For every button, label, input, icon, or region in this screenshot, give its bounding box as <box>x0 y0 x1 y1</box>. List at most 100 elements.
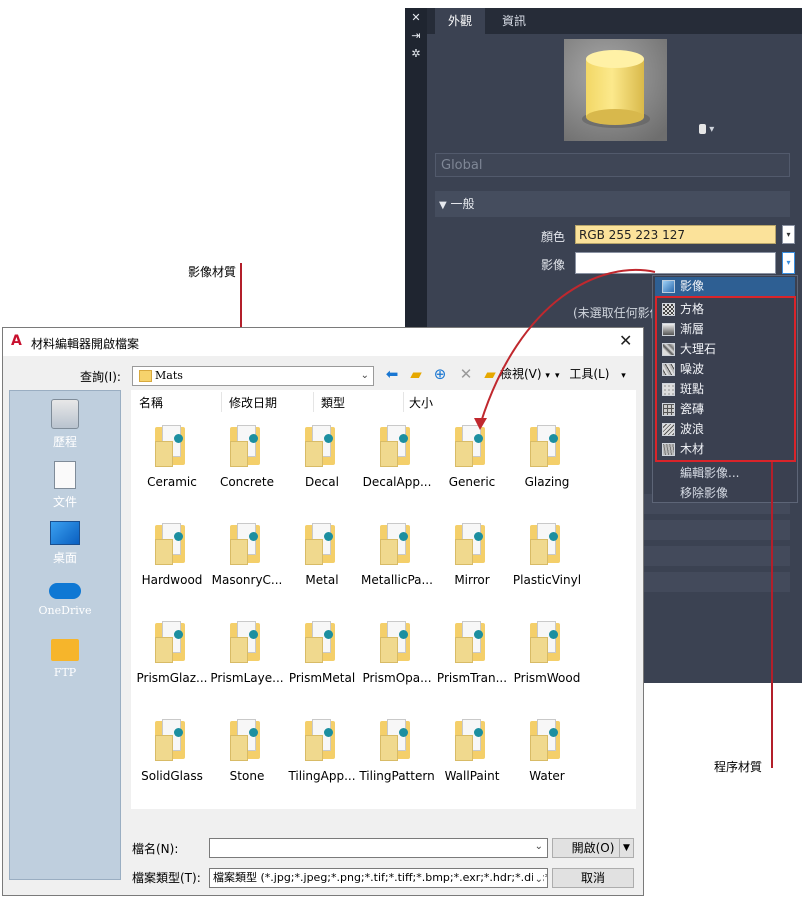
preview-shape-dropdown[interactable]: ▾ <box>699 124 714 135</box>
tab-info[interactable]: 資訊 <box>489 8 539 34</box>
file-item[interactable]: SolidGlass <box>134 719 210 803</box>
file-item[interactable]: MasonryC... <box>209 523 285 607</box>
filename-input[interactable]: ⌄ <box>209 838 548 858</box>
file-item[interactable]: PrismLaye... <box>209 621 285 705</box>
file-item[interactable]: MetallicPa... <box>359 523 435 607</box>
file-name: Metal <box>305 573 339 587</box>
column-header-size[interactable]: 大小 <box>409 394 433 411</box>
edit-image-command[interactable]: 編輯影像... <box>680 464 739 481</box>
create-folder-icon[interactable]: ▰ <box>480 364 500 384</box>
material-folder-icon <box>305 523 337 565</box>
column-header-type[interactable]: 類型 <box>321 394 345 411</box>
column-separator <box>313 392 314 412</box>
material-folder-icon <box>455 621 487 663</box>
file-item[interactable]: Hardwood <box>134 523 210 607</box>
file-item[interactable]: Water <box>509 719 585 803</box>
file-item[interactable]: PrismWood <box>509 621 585 705</box>
views-dropdown-icon: ▾ <box>545 371 550 381</box>
tools-menu[interactable]: ▾ 工具(L) ▾ <box>555 365 626 382</box>
file-item[interactable]: TilingApp... <box>284 719 360 803</box>
material-folder-icon <box>155 425 187 467</box>
documents-icon <box>54 461 76 489</box>
file-item[interactable]: PrismGlaz... <box>134 621 210 705</box>
section-general-header[interactable]: ▼ 一般 <box>435 191 790 217</box>
menu-item-image[interactable]: 影像 <box>655 277 795 296</box>
tab-appearance[interactable]: 外觀 <box>435 8 485 34</box>
file-name: MasonryC... <box>211 573 283 587</box>
material-folder-icon <box>455 523 487 565</box>
place-onedrive[interactable]: OneDrive <box>10 583 120 617</box>
look-in-label: 查詢(I): <box>80 370 121 384</box>
look-in-dropdown[interactable]: Mats ⌄ <box>132 366 374 386</box>
material-folder-icon <box>380 523 412 565</box>
autocad-logo-icon: A <box>11 333 22 349</box>
file-item[interactable]: Mirror <box>434 523 510 607</box>
file-item[interactable]: WallPaint <box>434 719 510 803</box>
dialog-title-bar: A 材料編輯器開啟檔案 ✕ <box>3 328 643 356</box>
image-icon <box>662 280 675 293</box>
material-preview[interactable] <box>564 39 667 141</box>
material-folder-icon <box>455 719 487 761</box>
file-name: Glazing <box>524 475 570 489</box>
file-name: MetallicPa... <box>361 573 433 587</box>
material-folder-icon <box>530 719 562 761</box>
close-icon[interactable]: ✕ <box>410 12 422 24</box>
up-folder-icon[interactable]: ▰ <box>406 364 426 384</box>
file-item[interactable]: PrismTran... <box>434 621 510 705</box>
file-item[interactable]: PrismMetal <box>284 621 360 705</box>
file-item[interactable]: Metal <box>284 523 360 607</box>
history-icon <box>51 399 79 429</box>
filetype-dropdown[interactable]: 檔案類型 (*.jpg;*.jpeg;*.png;*.tif;*.tiff;*.… <box>209 868 548 888</box>
close-icon[interactable]: ✕ <box>619 331 632 350</box>
column-header-name[interactable]: 名稱 <box>139 394 163 411</box>
annotation-leader-line <box>771 462 773 768</box>
material-folder-icon <box>305 719 337 761</box>
file-item[interactable]: Ceramic <box>134 425 210 509</box>
file-item[interactable]: Stone <box>209 719 285 803</box>
image-field[interactable] <box>575 252 776 274</box>
place-ftp[interactable]: FTP <box>10 639 120 679</box>
file-item[interactable]: Concrete <box>209 425 285 509</box>
back-arrow-icon[interactable]: ⬅ <box>382 364 402 384</box>
file-name: Stone <box>229 769 265 783</box>
file-name: PrismTran... <box>436 671 508 685</box>
place-documents[interactable]: 文件 <box>10 461 120 510</box>
place-desktop[interactable]: 桌面 <box>10 521 120 566</box>
column-header-date[interactable]: 修改日期 <box>229 394 277 411</box>
settings-icon[interactable]: ✲ <box>410 48 422 60</box>
file-item[interactable]: Glazing <box>509 425 585 509</box>
column-separator <box>403 392 404 412</box>
material-folder-icon <box>380 621 412 663</box>
chevron-down-icon: ⌄ <box>534 841 543 852</box>
material-folder-icon <box>230 621 262 663</box>
procedural-highlight-box <box>655 296 796 462</box>
place-history[interactable]: 歷程 <box>10 399 120 450</box>
cancel-button[interactable]: 取消 <box>552 868 634 888</box>
folder-icon <box>139 370 152 382</box>
open-options-dropdown[interactable]: ▼ <box>619 838 634 858</box>
file-item[interactable]: Decal <box>284 425 360 509</box>
image-dropdown-button[interactable]: ▾ <box>782 252 795 274</box>
image-material-label: 影像材質 <box>188 265 237 279</box>
pin-icon[interactable]: ⇥ <box>410 30 422 42</box>
color-field[interactable]: RGB 255 223 127 <box>575 225 776 244</box>
dropdown-arrow-icon: ▾ <box>555 371 560 381</box>
file-item[interactable]: PrismOpa... <box>359 621 435 705</box>
file-name: Ceramic <box>147 475 197 489</box>
file-name: DecalApp... <box>362 475 432 489</box>
material-folder-icon <box>155 719 187 761</box>
file-item[interactable]: Generic <box>434 425 510 509</box>
dropdown-arrow-icon: ▾ <box>621 371 626 381</box>
remove-image-command[interactable]: 移除影像 <box>680 484 728 501</box>
views-menu[interactable]: 檢視(V) ▾ <box>500 365 550 382</box>
material-folder-icon <box>305 621 337 663</box>
delete-icon[interactable]: ✕ <box>456 364 476 384</box>
material-folder-icon <box>530 621 562 663</box>
file-item[interactable]: PlasticVinyl <box>509 523 585 607</box>
color-dropdown-button[interactable]: ▾ <box>782 225 795 244</box>
places-bar: 歷程 文件 桌面 OneDrive FTP <box>9 390 121 880</box>
search-web-icon[interactable]: ⊕ <box>430 364 450 384</box>
material-name-field[interactable]: Global <box>435 153 790 177</box>
file-item[interactable]: DecalApp... <box>359 425 435 509</box>
file-item[interactable]: TilingPattern <box>359 719 435 803</box>
